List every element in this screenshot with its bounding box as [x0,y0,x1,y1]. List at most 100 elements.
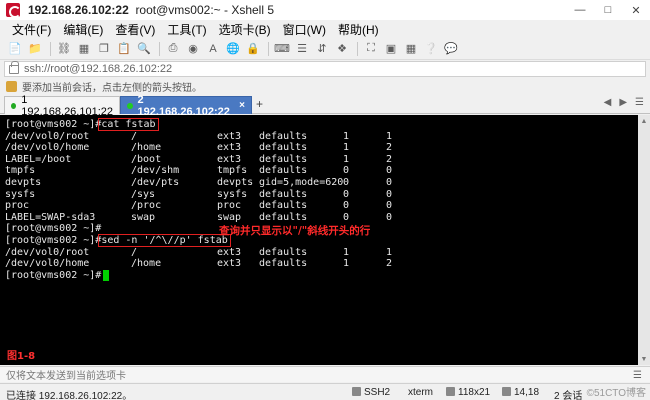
toolbar-divider [159,41,160,56]
fstab-entry: LABEL=/boot/boot ext3 defaults 1 2 [5,154,638,166]
fstab-field: /dev/pts [131,176,180,188]
fstab-field: proc [217,200,242,212]
fstab-field: / [131,130,138,142]
prompt: [root@vms002 ~]# [5,234,102,246]
terminal-size: 118x21 [446,387,490,398]
menu-edit[interactable]: 编辑(E) [57,21,109,38]
lock-icon[interactable]: 🔒 [244,41,262,57]
tile-icon[interactable]: ▦ [402,41,420,57]
fstab-field: /sys [131,188,156,200]
maximize-icon[interactable]: □ [594,0,622,20]
close-tab-icon[interactable]: × [239,100,245,111]
address-input[interactable]: ssh://root@192.168.26.102:22 [24,63,172,75]
fstab-field: 0 [386,200,393,212]
figure-label: 图1-8 [7,351,36,362]
fstab-entry: sysfs/sys sysfs defaults 0 0 [5,189,638,201]
cursor-position-icon [502,387,511,396]
tab-label: 2 192.168.26.102:22 [137,93,230,118]
add-session-arrow-icon[interactable] [6,80,17,92]
script-icon[interactable]: ☰ [293,41,311,57]
tab-prev-icon[interactable]: ◀ [604,97,612,108]
compose-menu-icon[interactable]: ☰ [633,370,642,381]
status-dot-icon [11,102,17,109]
highlighted-command: cat fstab [98,118,159,131]
paste-icon[interactable]: 📋 [115,41,133,57]
menu-view[interactable]: 查看(V) [109,21,161,38]
terminal-output[interactable]: [root@vms002 ~]#cat fstab /dev/vol0/root… [0,115,638,365]
title-bar: 192.168.26.102:22 root@vms002:~ - Xshell… [0,0,650,20]
fstab-output: /dev/vol0/root / ext3 defaults 1 1/dev/vol0/h… [5,131,638,224]
menu-window[interactable]: 窗口(W) [277,21,332,38]
transfer-icon[interactable]: ⇵ [313,41,331,57]
fstab-field: defaults [259,211,308,223]
fstab-field: swap [217,211,242,223]
xftp-icon[interactable]: ❖ [333,41,351,57]
fstab-field: /dev/shm [131,165,180,177]
annotation-text: 查询并只显示以"/"斜线开头的行 [219,225,371,237]
menu-tools[interactable]: 工具(T) [161,21,212,38]
scroll-up-icon[interactable]: ▲ [638,115,650,127]
fstab-entry: tmpfs/dev/shm tmpfs defaults 0 0 [5,165,638,177]
fstab-field: LABEL=SWAP-sda3 [5,211,96,223]
fstab-field: 0 [343,165,350,177]
color-scheme-icon[interactable]: ◉ [184,41,202,57]
compose-input[interactable]: 仅将文本发送到当前选项卡 [6,367,126,382]
keyboard-icon[interactable]: ⌨ [273,41,291,57]
fstab-field: /proc [131,200,162,212]
fstab-entry: devpts/dev/pts devpts gid=5,mode=620 0 0 [5,177,638,189]
fstab-field: tmpfs [5,165,36,177]
fstab-field: proc [5,200,30,212]
fstab-field: ext3 [217,153,242,165]
terminal-cursor [103,269,110,281]
fstab-field: defaults [259,258,308,270]
add-tab-icon[interactable]: + [256,97,263,111]
chat-icon[interactable]: 💬 [442,41,460,57]
minimize-icon[interactable]: — [566,0,594,20]
new-session-icon[interactable]: 📄 [6,41,24,57]
terminal-line: [root@vms002 ~]#cat fstab [5,118,638,131]
cursor-position-text: 14,18 [514,387,540,398]
help-icon[interactable]: ❔ [422,41,440,57]
fstab-field: ext3 [217,142,242,154]
hint-text: 要添加当前会话，点击左侧的箭头按钮。 [22,82,202,94]
tab-session-2[interactable]: 2 192.168.26.102:22 × [120,94,252,118]
fstab-field: 1 [343,246,350,258]
properties-icon[interactable]: ▦ [75,41,93,57]
globe-icon[interactable]: 🌐 [224,41,242,57]
fstab-field: ext3 [217,258,242,270]
fullscreen-icon[interactable]: ⛶ [362,41,380,57]
fstab-field: defaults [259,246,308,258]
open-folder-icon[interactable]: 📁 [26,41,44,57]
fstab-field: 1 [343,153,350,165]
find-icon[interactable]: 🔍 [135,41,153,57]
close-icon[interactable]: ✕ [622,0,650,20]
tab-list-icon[interactable]: ☰ [635,97,644,108]
fstab-entry: /dev/vol0/home/home ext3 defaults 1 2 [5,258,638,270]
font-icon[interactable]: A [204,41,222,57]
menu-tabs[interactable]: 选项卡(B) [213,21,277,38]
fstab-entry: /dev/vol0/root / ext3 defaults 1 1 [5,131,638,143]
fstab-field: 0 [386,176,393,188]
layout-icon[interactable]: ▣ [382,41,400,57]
tab-next-icon[interactable]: ▶ [619,97,627,108]
copy-icon[interactable]: ❐ [95,41,113,57]
fstab-field: LABEL=/boot [5,153,72,165]
fstab-field: sysfs [5,188,36,200]
compose-bar[interactable]: 仅将文本发送到当前选项卡 ☰ [0,366,650,382]
session-count: 2 会话 [554,391,583,400]
address-bar[interactable]: ssh://root@192.168.26.102:22 [4,60,646,77]
menu-help[interactable]: 帮助(H) [332,21,385,38]
fstab-entry: /dev/vol0/root / ext3 defaults 1 1 [5,247,638,259]
scroll-down-icon[interactable]: ▼ [638,353,650,365]
connect-icon[interactable]: ⛓ [55,41,73,57]
menu-file[interactable]: 文件(F) [6,21,57,38]
tab-session-1[interactable]: 1 192.168.26.101:22 [4,94,120,118]
status-dot-icon [127,102,133,109]
fstab-field: 2 [386,142,393,154]
menu-bar: 文件(F) 编辑(E) 查看(V) 工具(T) 选项卡(B) 窗口(W) 帮助(… [0,20,650,38]
print-icon[interactable]: ⎙ [164,41,182,57]
fstab-field: tmpfs [217,165,248,177]
terminal-scrollbar[interactable]: ▲ ▼ [638,115,650,365]
fstab-field: / [131,246,138,258]
fstab-field: 0 [343,211,350,223]
